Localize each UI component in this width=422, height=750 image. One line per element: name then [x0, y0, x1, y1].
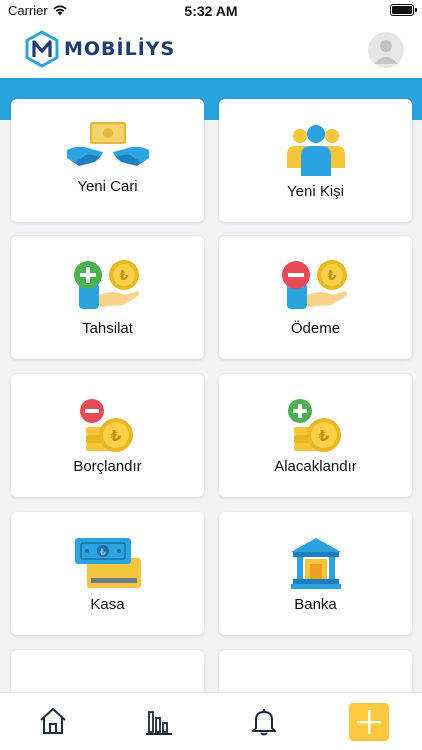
money-hands-icon: [11, 113, 204, 175]
logo-hexagon-icon: [25, 30, 59, 68]
people-group-icon: [219, 119, 412, 181]
logo-text: MOBİLİYS: [64, 38, 176, 60]
bottom-nav: [0, 692, 422, 750]
card-label: Tahsilat: [82, 320, 133, 337]
card-kasa[interactable]: ₺ Kasa: [11, 512, 204, 635]
payment-minus-coin-icon: ₺: [219, 256, 412, 318]
card-partial-left[interactable]: [11, 650, 204, 692]
status-bar: Carrier 5:32 AM: [0, 0, 422, 22]
add-icon: [357, 710, 381, 734]
card-label: Borçlandır: [73, 458, 142, 475]
card-label: Yeni Kişi: [287, 183, 344, 200]
menu-grid: Yeni Cari Yeni Kişi ₺ Tahsilat ₺ Ödeme ₺…: [0, 78, 422, 692]
app-logo: MOBİLİYS: [24, 30, 175, 68]
card-yeni-kisi[interactable]: Yeni Kişi: [219, 99, 412, 222]
card-label: Kasa: [90, 596, 125, 613]
svg-text:₺: ₺: [99, 548, 106, 558]
debit-minus-coins-icon: ₺: [11, 394, 204, 456]
add-button[interactable]: [349, 703, 389, 741]
chart-icon[interactable]: [143, 705, 175, 737]
avatar[interactable]: [368, 32, 404, 68]
card-label: Alacaklandır: [274, 458, 357, 475]
home-icon[interactable]: [37, 705, 69, 737]
card-label: Ödeme: [290, 320, 341, 337]
bell-icon[interactable]: [248, 705, 280, 737]
cash-register-icon: ₺: [11, 532, 204, 594]
card-label: Yeni Cari: [77, 178, 138, 195]
circle-status-icon: [219, 678, 412, 692]
card-borclandir[interactable]: ₺ Borçlandır: [11, 374, 204, 497]
card-label: Banka: [294, 596, 337, 613]
collection-plus-coin-icon: ₺: [11, 256, 204, 318]
svg-text:₺: ₺: [327, 269, 336, 284]
card-odeme[interactable]: ₺ Ödeme: [219, 236, 412, 359]
card-alacaklandir[interactable]: ₺ Alacaklandır: [219, 374, 412, 497]
card-banka[interactable]: Banka: [219, 512, 412, 635]
card-yeni-cari[interactable]: Yeni Cari: [11, 99, 204, 222]
card-tahsilat[interactable]: ₺ Tahsilat: [11, 236, 204, 359]
battery-icon: [390, 4, 417, 16]
credit-plus-coins-icon: ₺: [219, 394, 412, 456]
app-header: MOBİLİYS: [0, 22, 422, 78]
bank-building-icon: [219, 532, 412, 594]
card-partial-right[interactable]: [219, 650, 412, 692]
chart-growth-icon: [11, 674, 204, 692]
svg-text:₺: ₺: [318, 427, 329, 445]
status-time: 5:32 AM: [184, 3, 238, 19]
svg-text:₺: ₺: [119, 269, 128, 284]
svg-text:₺: ₺: [110, 427, 121, 445]
